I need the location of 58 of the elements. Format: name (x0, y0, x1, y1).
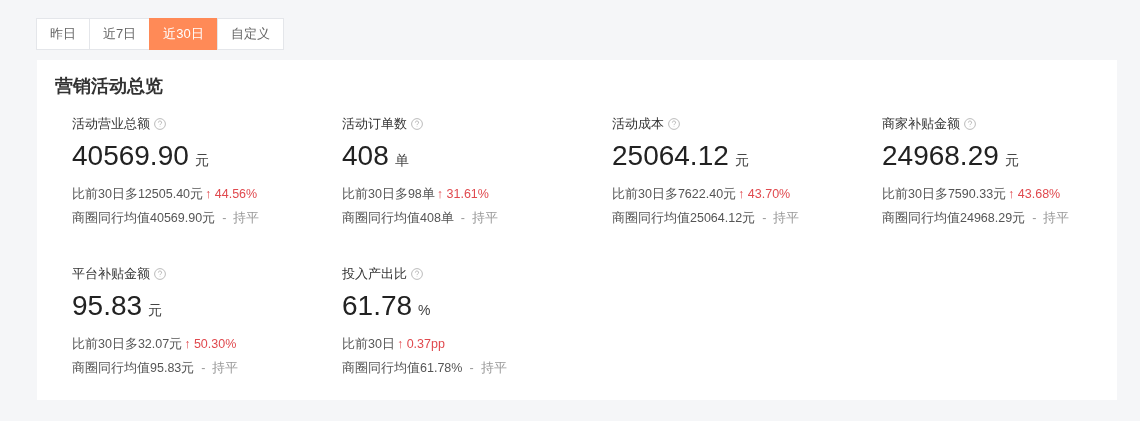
metric-label: 活动订单数 (342, 115, 407, 133)
metric-unit: 元 (734, 152, 749, 170)
section-title: 营销活动总览 (55, 75, 164, 98)
metric-label: 活动营业总额 (72, 115, 150, 133)
comparison-text: 比前30日多12505.40元 (72, 185, 204, 203)
peer-status: 持平 (1043, 209, 1070, 227)
peer-average-text: 商圈同行均值24968.29元 (882, 209, 1026, 227)
peer-average-text: 商圈同行均值61.78% (342, 359, 463, 377)
metric-unit: 元 (148, 302, 163, 320)
change-percent: ↑ 50.30% (184, 337, 237, 351)
metric-label: 商家补贴金额 (882, 115, 960, 133)
peer-average-text: 商圈同行均值25064.12元 (612, 209, 756, 227)
separator-dash: - (201, 361, 206, 375)
metric-unit: 单 (394, 152, 409, 170)
date-range-tab[interactable]: 近7日 (89, 18, 151, 50)
peer-average-text: 商圈同行均值408单 (342, 209, 454, 227)
separator-dash: - (460, 211, 466, 225)
metric-value: 61.78 (342, 290, 413, 322)
metric-value: 95.83 (72, 290, 143, 322)
metric-value: 24968.29 (882, 140, 999, 172)
metric-value: 40569.90 (72, 140, 189, 172)
separator-dash: - (1032, 211, 1037, 225)
metric-value: 408 (342, 140, 389, 172)
change-percent: ↑ 43.68% (1008, 187, 1061, 201)
change-percent: ↑ 44.56% (205, 187, 258, 201)
metric-value: 25064.12 (612, 140, 729, 172)
help-icon[interactable] (154, 268, 166, 280)
help-icon[interactable] (964, 118, 976, 130)
help-icon[interactable] (411, 118, 423, 130)
peer-average-text: 商圈同行均值95.83元 (72, 359, 195, 377)
date-range-tab[interactable]: 昨日 (36, 18, 90, 50)
change-percent: ↑ 31.61% (436, 187, 489, 201)
help-icon[interactable] (668, 118, 680, 130)
metric-unit: 元 (194, 152, 209, 170)
change-percent: ↑ 43.70% (738, 187, 791, 201)
peer-status: 持平 (480, 359, 507, 377)
comparison-text: 比前30日多7590.33元 (882, 185, 1007, 203)
peer-status: 持平 (233, 209, 260, 227)
comparison-text: 比前30日多98单 (342, 185, 435, 203)
separator-dash: - (222, 211, 227, 225)
change-percent: ↑ 0.37pp (396, 337, 445, 351)
metric-unit: 元 (1004, 152, 1019, 170)
separator-dash: - (469, 361, 474, 375)
help-icon[interactable] (411, 268, 423, 280)
peer-status: 持平 (773, 209, 800, 227)
comparison-text: 比前30日 (342, 335, 395, 353)
metric-unit: % (418, 302, 431, 318)
peer-status: 持平 (472, 209, 499, 227)
metric-label: 平台补贴金额 (72, 265, 150, 283)
comparison-text: 比前30日多7622.40元 (612, 185, 737, 203)
separator-dash: - (762, 211, 767, 225)
metric-label: 投入产出比 (342, 265, 407, 283)
peer-status: 持平 (212, 359, 239, 377)
peer-average-text: 商圈同行均值40569.90元 (72, 209, 216, 227)
comparison-text: 比前30日多32.07元 (72, 335, 183, 353)
help-icon[interactable] (154, 118, 166, 130)
metric-label: 活动成本 (612, 115, 664, 133)
date-range-tab[interactable]: 自定义 (216, 18, 284, 50)
